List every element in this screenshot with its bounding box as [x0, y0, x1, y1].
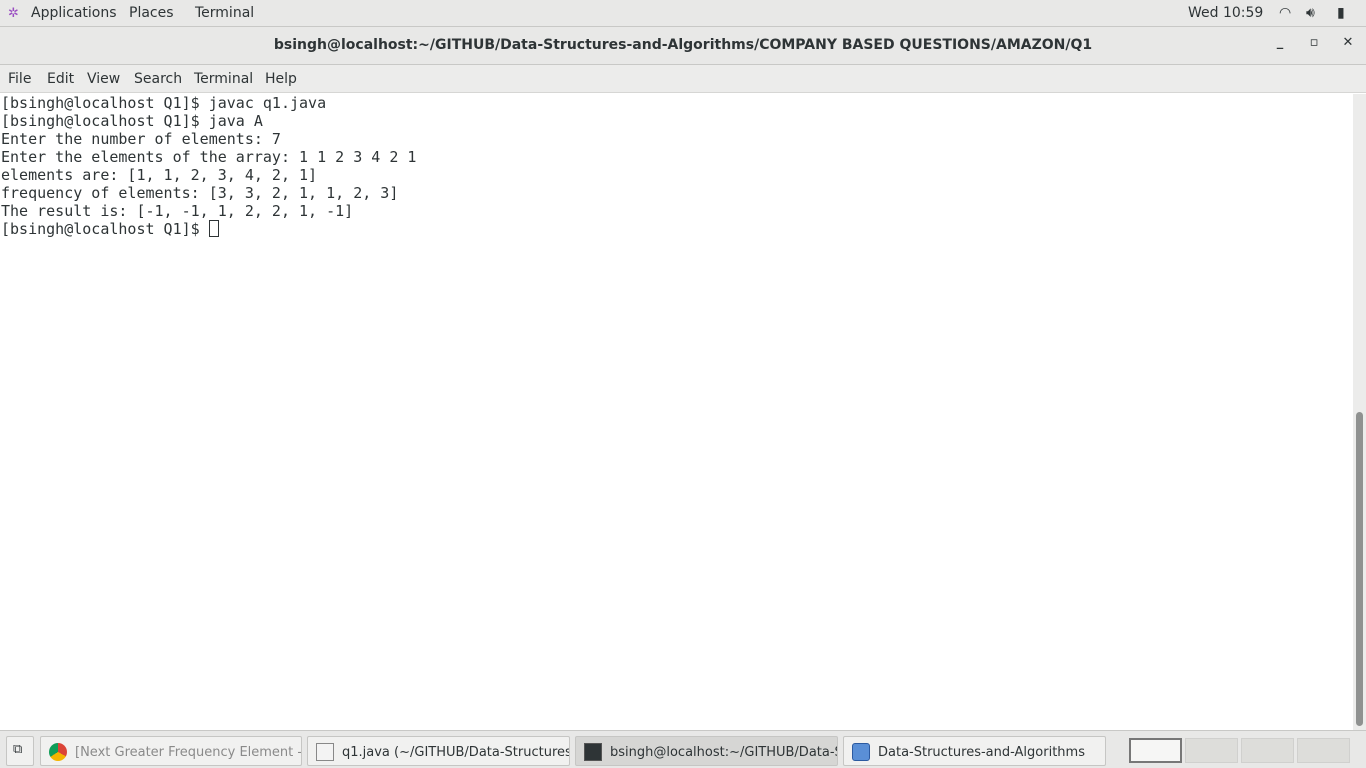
workspace-2[interactable]: [1185, 738, 1238, 763]
workspace-1[interactable]: [1129, 738, 1182, 763]
menu-edit[interactable]: Edit: [47, 71, 74, 87]
workspace-4[interactable]: [1297, 738, 1350, 763]
menu-terminal[interactable]: Terminal: [194, 71, 253, 87]
terminal-line: [bsingh@localhost Q1]$ java A: [1, 112, 263, 130]
terminal-line: The result is: [-1, -1, 1, 2, 2, 1, -1]: [1, 202, 354, 220]
task-label: bsingh@localhost:~/GITHUB/Data-S...: [610, 745, 838, 760]
menu-bar: File Edit View Search Terminal Help: [0, 65, 1366, 93]
task-chrome[interactable]: [Next Greater Frequency Element - ...: [40, 736, 302, 766]
file-cabinet-icon: [852, 743, 870, 761]
task-terminal[interactable]: bsingh@localhost:~/GITHUB/Data-S...: [575, 736, 838, 766]
task-files[interactable]: Data-Structures-and-Algorithms: [843, 736, 1106, 766]
workspace-3[interactable]: [1241, 738, 1294, 763]
task-label: Data-Structures-and-Algorithms: [878, 745, 1085, 760]
terminal-scrollbar[interactable]: [1353, 94, 1366, 730]
battery-icon[interactable]: ▮: [1337, 5, 1345, 21]
terminal-line: [bsingh@localhost Q1]$ javac q1.java: [1, 94, 327, 112]
terminal-line: elements are: [1, 1, 2, 3, 4, 2, 1]: [1, 166, 318, 184]
terminal-prompt: [bsingh@localhost Q1]$: [1, 220, 209, 238]
terminal-output[interactable]: [bsingh@localhost Q1]$ javac q1.java [bsi…: [1, 94, 1353, 730]
terminal-cursor: [208, 220, 219, 237]
task-label: q1.java (~/GITHUB/Data-Structures-...: [342, 745, 570, 760]
terminal-line: Enter the elements of the array: 1 1 2 3…: [1, 148, 417, 166]
menu-help[interactable]: Help: [265, 71, 297, 87]
text-editor-icon: [316, 743, 334, 761]
wifi-icon[interactable]: ◠: [1279, 5, 1291, 21]
applications-menu[interactable]: Applications: [31, 5, 117, 21]
terminal-app-menu[interactable]: Terminal: [195, 5, 254, 21]
window-titlebar: bsingh@localhost:~/GITHUB/Data-Structure…: [0, 27, 1366, 65]
clock[interactable]: Wed 10:59: [1188, 5, 1263, 21]
gnome-foot-icon: ✲: [8, 6, 19, 21]
maximize-button[interactable]: ▫: [1304, 35, 1324, 55]
minimize-button[interactable]: _: [1270, 35, 1290, 55]
menu-search[interactable]: Search: [134, 71, 182, 87]
window-title: bsingh@localhost:~/GITHUB/Data-Structure…: [273, 37, 1093, 53]
places-menu[interactable]: Places: [129, 5, 174, 21]
show-desktop-button[interactable]: ⧉: [6, 736, 34, 766]
taskbar: ⧉ [Next Greater Frequency Element - ... …: [0, 730, 1366, 768]
menu-view[interactable]: View: [87, 71, 120, 87]
terminal-icon: [584, 743, 602, 761]
chrome-icon: [49, 743, 67, 761]
volume-icon[interactable]: 🔊︎: [1306, 5, 1315, 21]
terminal-line: Enter the number of elements: 7: [1, 130, 281, 148]
close-button[interactable]: ✕: [1338, 35, 1358, 55]
top-panel: ✲ Applications Places Terminal Wed 10:59…: [0, 0, 1366, 27]
task-gedit[interactable]: q1.java (~/GITHUB/Data-Structures-...: [307, 736, 570, 766]
terminal-line: frequency of elements: [3, 3, 2, 1, 1, 2…: [1, 184, 399, 202]
scrollbar-thumb[interactable]: [1356, 412, 1363, 726]
task-label: [Next Greater Frequency Element - ...: [75, 745, 302, 760]
menu-file[interactable]: File: [8, 71, 31, 87]
show-desktop-icon: ⧉: [13, 742, 23, 757]
